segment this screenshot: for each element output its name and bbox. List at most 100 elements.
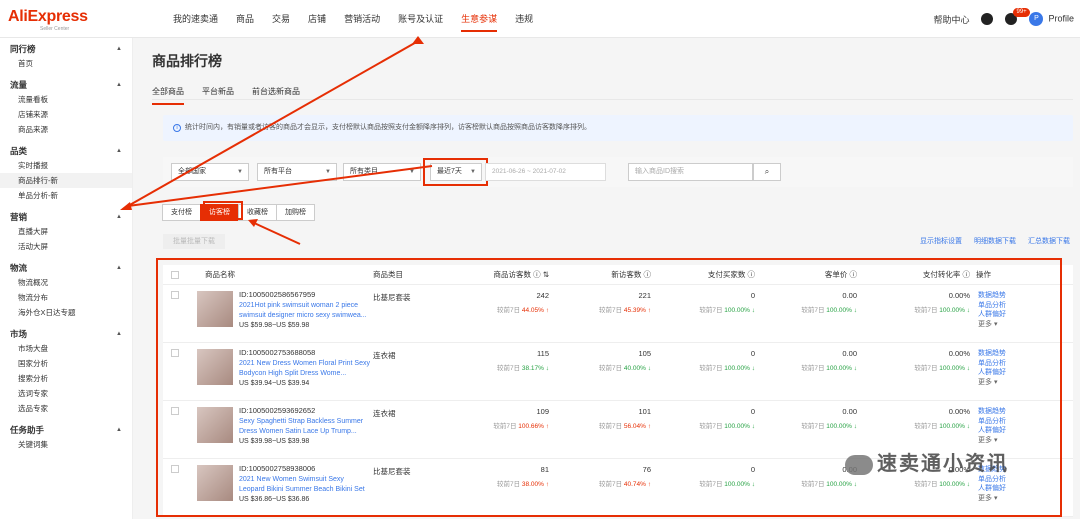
avatar: P: [1029, 12, 1044, 26]
sidebar-group-header[interactable]: 市场 ▲: [0, 328, 132, 341]
category-value: 所有类目: [350, 168, 378, 175]
nav-item-6[interactable]: 生意参谋: [452, 0, 506, 38]
sidebar-item[interactable]: 市场大盘: [0, 341, 132, 356]
sidebar-group: 任务助手 ▲ 关键词集: [0, 419, 132, 455]
category-select[interactable]: 所有类目 ▼: [343, 163, 421, 181]
tab-0[interactable]: 全部商品: [152, 86, 184, 105]
watermark-text: 速卖通小资讯: [877, 453, 1009, 475]
sidebar-item[interactable]: 选品专家: [0, 401, 132, 416]
caret-up-icon: ▲: [116, 214, 122, 220]
nav-item-7[interactable]: 违规: [506, 0, 542, 38]
aliexpress-logo[interactable]: AliExpress: [8, 8, 88, 26]
nav-item-1[interactable]: 商品: [227, 0, 263, 38]
date-range-field[interactable]: 2021-06-26 ~ 2021-07-02: [485, 163, 606, 181]
top-bar: AliExpress Seller Center 我的速卖通 商品 交易 店铺 营销活动…: [0, 0, 1080, 38]
sidebar-item[interactable]: 商品排行-新: [0, 173, 132, 188]
tool-link-0[interactable]: 显示指标设置: [920, 236, 962, 246]
sidebar-item[interactable]: 直播大屏: [0, 224, 132, 239]
sidebar-item[interactable]: 物流分布: [0, 290, 132, 305]
sidebar-item[interactable]: 单品分析-新: [0, 188, 132, 203]
sidebar-group: 物流 ▲ 物流概况 物流分布 海外仓X日达专题: [0, 257, 132, 323]
sidebar-group-header[interactable]: 品类 ▲: [0, 145, 132, 158]
highlight-box: [203, 201, 243, 220]
tab-2[interactable]: 前台选新商品: [252, 86, 300, 105]
sidebar-item[interactable]: 店铺来源: [0, 107, 132, 122]
sidebar-item[interactable]: 海外仓X日达专题: [0, 305, 132, 320]
nav-item-5[interactable]: 账号及认证: [389, 0, 452, 38]
chevron-down-icon: ▼: [409, 169, 415, 175]
sidebar-item[interactable]: 商品来源: [0, 122, 132, 137]
top-right-actions: 帮助中心 99+ P Profile: [921, 0, 1074, 38]
info-notice: i 统计时间内，有销量或者访客的商品才会显示，支付榜默认商品按照支付金额降序排列，…: [163, 115, 1073, 141]
sidebar-group-header[interactable]: 流量 ▲: [0, 79, 132, 92]
sidebar-item[interactable]: 搜索分析: [0, 371, 132, 386]
wechat-icon: [845, 454, 873, 475]
sidebar-item[interactable]: 物流概况: [0, 275, 132, 290]
product-tabs: 全部商品 平台新品 前台选新商品: [152, 86, 318, 105]
help-center-link[interactable]: 帮助中心: [933, 13, 969, 26]
tab-divider: [152, 99, 1073, 100]
rank-button-0[interactable]: 支付榜: [162, 204, 201, 221]
tab-1[interactable]: 平台新品: [202, 86, 234, 105]
sidebar-group: 品类 ▲ 实时播报 商品排行-新 单品分析-新: [0, 140, 132, 206]
highlight-box: [423, 158, 488, 186]
sidebar-group-title: 营销: [10, 212, 28, 222]
page-title: 商品排行榜: [152, 53, 222, 69]
tool-link-2[interactable]: 汇总数据下载: [1028, 236, 1070, 246]
sidebar-group: 流量 ▲ 流量看板 店铺来源 商品来源: [0, 74, 132, 140]
nav-item-4[interactable]: 营销活动: [335, 0, 389, 38]
sidebar-group-title: 任务助手: [10, 425, 45, 435]
caret-up-icon: ▲: [116, 148, 122, 154]
sidebar-item[interactable]: 选词专家: [0, 386, 132, 401]
filter-bar: 全部国家 ▼ 所有平台 ▼ 所有类目 ▼ 最近7天 ▼ 2021-06-26 ~ 202…: [163, 157, 1073, 187]
country-select[interactable]: 全部国家 ▼: [171, 163, 249, 181]
sidebar-group-title: 品类: [10, 146, 28, 156]
search-input[interactable]: 输入商品ID搜索: [628, 163, 753, 181]
search-icon: ⌕: [764, 167, 770, 176]
chevron-down-icon: ▼: [325, 169, 331, 175]
sidebar: 同行榜 ▲ 首页流量 ▲ 流量看板 店铺来源 商品来源品类 ▲ 实时播报 商品排行-新 单品分析-新…: [0, 38, 133, 519]
caret-up-icon: ▲: [116, 82, 122, 88]
chevron-down-icon: ▼: [237, 169, 243, 175]
nav-item-3[interactable]: 店铺: [299, 0, 335, 38]
sidebar-item[interactable]: 活动大屏: [0, 239, 132, 254]
message-icon[interactable]: [981, 13, 994, 25]
platform-value: 所有平台: [264, 168, 292, 175]
sidebar-group-header[interactable]: 物流 ▲: [0, 262, 132, 275]
table-tools: 显示指标设置 明细数据下载 汇总数据下载: [908, 236, 1070, 246]
sidebar-group: 营销 ▲ 直播大屏 活动大屏: [0, 206, 132, 257]
platform-select[interactable]: 所有平台 ▼: [257, 163, 337, 181]
caret-up-icon: ▲: [116, 265, 122, 271]
notification-badge: 99+: [1013, 8, 1030, 17]
tool-link-1[interactable]: 明细数据下载: [974, 236, 1016, 246]
caret-up-icon: ▲: [116, 46, 122, 52]
batch-download-button[interactable]: 批量批量下载: [163, 234, 225, 249]
search-button[interactable]: ⌕: [753, 163, 781, 181]
sidebar-group: 同行榜 ▲ 首页: [0, 38, 132, 74]
profile-menu[interactable]: P Profile: [1029, 12, 1074, 26]
sidebar-group-title: 物流: [10, 263, 28, 273]
info-icon: i: [173, 124, 181, 132]
sidebar-item[interactable]: 国家分析: [0, 356, 132, 371]
sidebar-item[interactable]: 关键词集: [0, 437, 132, 452]
nav-item-2[interactable]: 交易: [263, 0, 299, 38]
logo-subtitle: Seller Center: [40, 26, 70, 32]
sidebar-group-header[interactable]: 营销 ▲: [0, 211, 132, 224]
watermark: 速卖通小资讯: [845, 447, 1009, 476]
sidebar-item[interactable]: 流量看板: [0, 92, 132, 107]
sidebar-group: 市场 ▲ 市场大盘 国家分析 搜索分析 选词专家 选品专家: [0, 323, 132, 419]
sidebar-group-header[interactable]: 任务助手 ▲: [0, 424, 132, 437]
nav-item-0[interactable]: 我的速卖通: [164, 0, 227, 38]
sidebar-group-header[interactable]: 同行榜 ▲: [0, 43, 132, 56]
rank-button-2[interactable]: 收藏榜: [238, 204, 277, 221]
rank-button-3[interactable]: 加购榜: [276, 204, 315, 221]
sidebar-group-title: 流量: [10, 80, 28, 90]
bell-icon[interactable]: 99+: [1005, 8, 1030, 25]
country-value: 全部国家: [178, 168, 206, 175]
sidebar-item[interactable]: 实时播报: [0, 158, 132, 173]
notice-text: 统计时间内，有销量或者访客的商品才会显示，支付榜默认商品按照支付金额降序排列，访…: [185, 124, 591, 131]
sidebar-item[interactable]: 首页: [0, 56, 132, 71]
profile-label: Profile: [1048, 13, 1074, 24]
caret-up-icon: ▲: [116, 427, 122, 433]
sidebar-group-title: 同行榜: [10, 44, 36, 54]
